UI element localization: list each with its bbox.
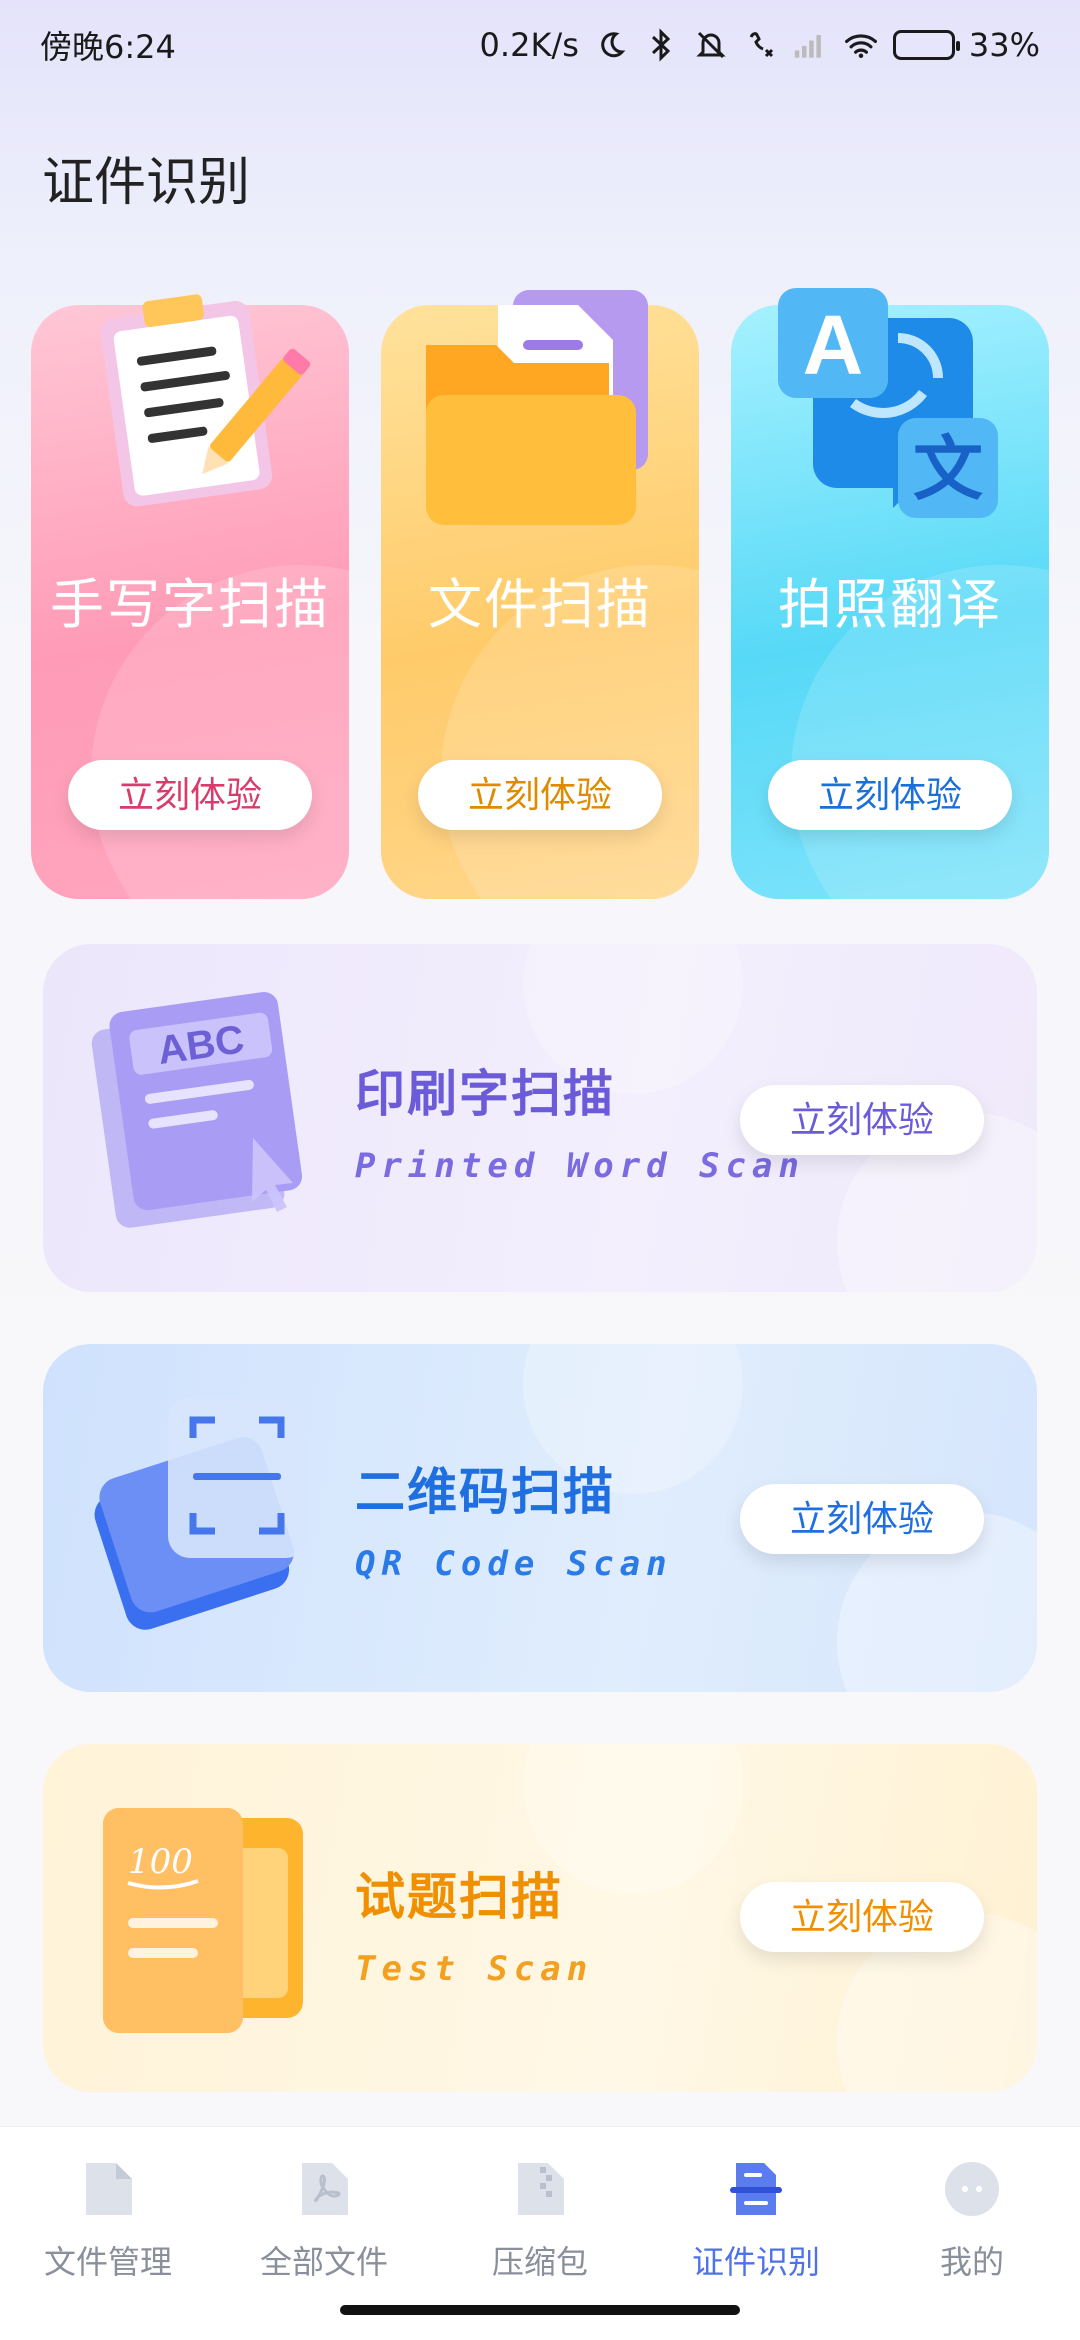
pdf-icon	[294, 2159, 354, 2219]
svg-text:文: 文	[913, 428, 983, 510]
nav-label: 证件识别	[691, 2243, 820, 2281]
mute-bell-icon	[693, 27, 729, 63]
page-title: 证件识别	[42, 153, 251, 213]
nav-item-profile[interactable]: 我的	[864, 2159, 1080, 2283]
scan-icon	[726, 2159, 786, 2219]
try-now-button[interactable]: 立刻体验	[68, 760, 312, 830]
nav-label: 我的	[939, 2243, 1004, 2281]
qr-scan-icon	[83, 1388, 333, 1648]
status-time: 傍晚6:24	[40, 28, 176, 66]
network-speed: 0.2K/s	[479, 26, 579, 64]
card-title: 拍照翻译	[778, 573, 1002, 636]
file-icon	[78, 2159, 138, 2219]
clipboard-pencil-icon	[72, 288, 312, 532]
try-now-button[interactable]: 立刻体验	[768, 760, 1012, 830]
try-now-button[interactable]: 立刻体验	[418, 760, 662, 830]
nav-item-zip[interactable]: 压缩包	[432, 2159, 648, 2283]
zip-icon	[510, 2159, 570, 2219]
card-title: 文件扫描	[428, 573, 652, 636]
card-title: 手写字扫描	[50, 573, 330, 636]
svg-text:100: 100	[128, 1842, 193, 1882]
signal-icon	[793, 27, 829, 63]
try-now-button[interactable]: 立刻体验	[740, 1882, 984, 1952]
card-printed-word-scan[interactable]: ABC 印刷字扫描 Printed Word Scan 立刻体验	[43, 944, 1037, 1292]
battery-icon	[892, 30, 960, 60]
translate-icon: A 文	[768, 288, 1008, 532]
card-subtitle: QR Code Scan	[355, 1544, 673, 1584]
try-now-button[interactable]: 立刻体验	[740, 1085, 984, 1155]
nav-item-id-recognition[interactable]: 证件识别	[648, 2159, 864, 2283]
card-title: 印刷字扫描	[355, 1065, 615, 1123]
svg-text:A: A	[803, 298, 864, 392]
battery-percent: 33%	[968, 26, 1040, 64]
nav-item-all-files[interactable]: 全部文件	[216, 2159, 432, 2283]
card-subtitle: Printed Word Scan	[355, 1146, 805, 1186]
nav-label: 压缩包	[491, 2243, 588, 2281]
card-test-scan[interactable]: 100 试题扫描 Test Scan 立刻体验	[43, 1744, 1037, 2092]
nav-item-file-manager[interactable]: 文件管理	[0, 2159, 216, 2283]
status-bar: 傍晚6:24 0.2K/s 33%	[0, 0, 1080, 90]
card-title: 试题扫描	[355, 1868, 563, 1926]
bluetooth-icon	[643, 27, 679, 63]
profile-icon	[942, 2159, 1002, 2219]
home-indicator[interactable]	[340, 2305, 740, 2315]
wifi-icon	[843, 27, 879, 63]
printed-doc-icon: ABC	[83, 988, 333, 1248]
status-icons: 0.2K/s 33%	[480, 26, 1040, 64]
test-paper-icon: 100	[83, 1788, 333, 2048]
moon-icon	[593, 27, 629, 63]
nav-label: 全部文件	[259, 2243, 388, 2281]
try-now-button[interactable]: 立刻体验	[740, 1484, 984, 1554]
card-title: 二维码扫描	[355, 1463, 615, 1521]
nav-label: 文件管理	[43, 2243, 172, 2281]
folder-document-icon	[418, 285, 658, 529]
card-qr-code-scan[interactable]: 二维码扫描 QR Code Scan 立刻体验	[43, 1344, 1037, 1692]
card-subtitle: Test Scan	[355, 1949, 594, 1989]
call-icon	[743, 27, 779, 63]
